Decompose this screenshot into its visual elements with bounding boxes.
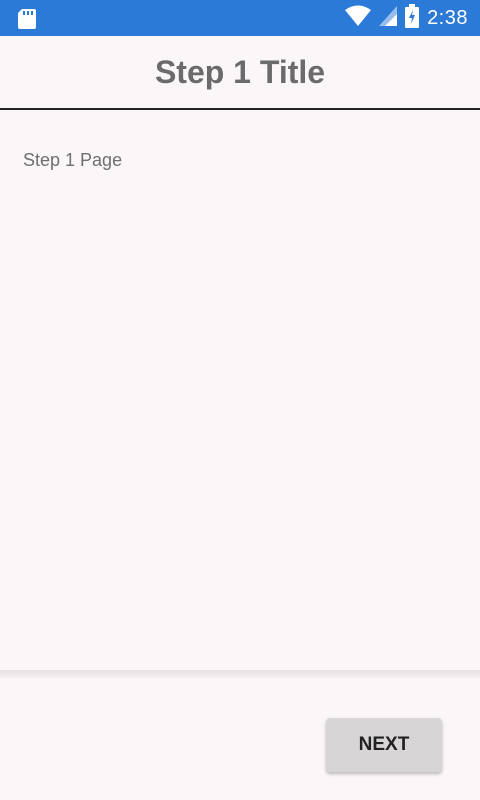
app-bar: Step 1 Title	[0, 36, 480, 110]
cellular-signal-icon	[379, 5, 398, 31]
wifi-icon	[345, 5, 372, 32]
footer: NEXT	[0, 678, 480, 800]
page-title: Step 1 Title	[154, 53, 326, 90]
footer-divider	[0, 670, 480, 678]
sd-card-icon	[18, 9, 36, 29]
battery-icon	[405, 3, 420, 33]
status-time: 2:38	[427, 6, 468, 29]
screen: 2:38 Step 1 Title Step 1 Page NEXT	[0, 0, 480, 800]
step-page-label: Step 1 Page	[23, 150, 123, 170]
status-bar: 2:38	[0, 0, 480, 36]
status-icons: 2:38	[345, 0, 468, 36]
next-button[interactable]: NEXT	[326, 718, 442, 772]
step-content: Step 1 Page	[0, 110, 480, 670]
